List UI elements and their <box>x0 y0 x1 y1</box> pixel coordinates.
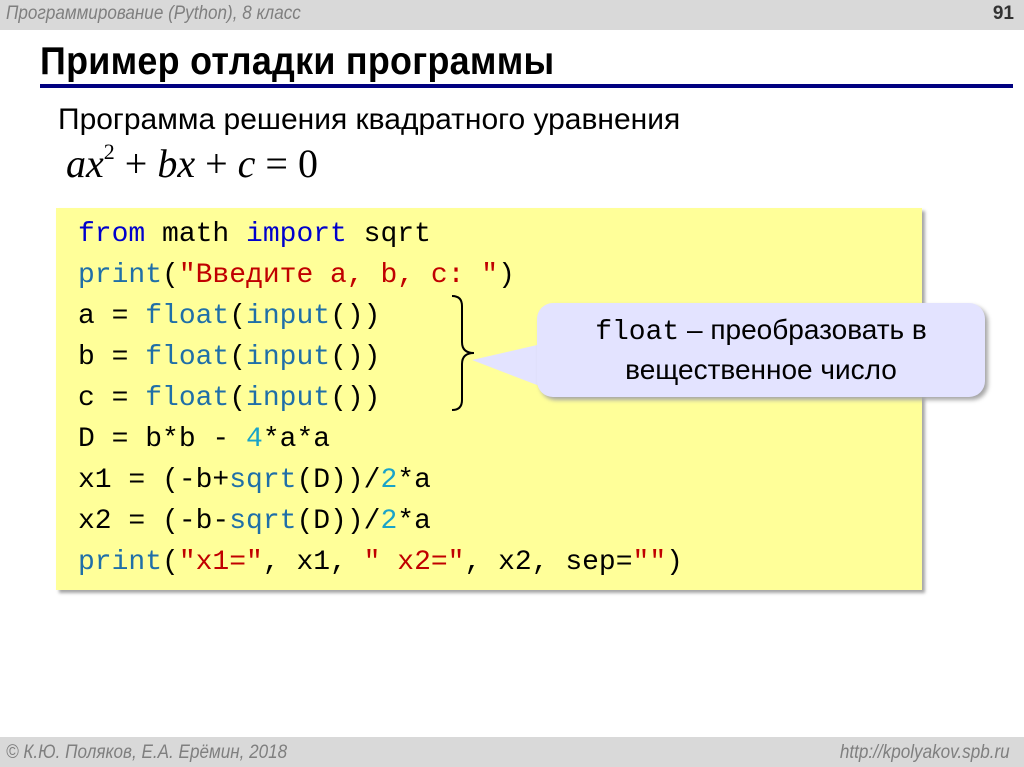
quadratic-formula: ax2 + bx + c = 0 <box>66 138 318 187</box>
formula-exponent: 2 <box>103 138 115 164</box>
code-token-fn: float <box>145 301 230 332</box>
code-token-str: "x1=" <box>178 547 263 578</box>
code-token: ()) <box>330 383 381 414</box>
code-token-str: "Введите a, b, c: " <box>178 260 499 291</box>
code-token: ()) <box>330 342 381 373</box>
code-token: ( <box>229 383 247 414</box>
code-line: D = b*b - 4*a*a <box>78 419 683 460</box>
callout-line2: вещественное число <box>625 354 897 385</box>
copyright: © К.Ю. Поляков, Е.А. Ерёмин, 2018 <box>6 742 288 763</box>
code-token-num: 4 <box>246 424 263 455</box>
formula-x: x <box>86 141 104 186</box>
slide-subtitle: Программа решения квадратного уравнения <box>58 103 681 136</box>
code-token: b = <box>78 342 146 373</box>
code-token: (D))/ <box>296 506 381 537</box>
slide-title: Пример отладки программы <box>40 40 555 83</box>
code-token-fn: input <box>246 342 331 373</box>
formula-equals: = <box>255 141 298 186</box>
code-token: ) <box>666 547 683 578</box>
code-token: a = <box>78 301 146 332</box>
code-token-fn: sqrt <box>229 465 297 496</box>
code-token: ( <box>162 547 179 578</box>
code-token: ()) <box>330 301 381 332</box>
code-token: x2 = (-b- <box>78 506 230 537</box>
code-token-num: 2 <box>380 506 398 537</box>
formula-a: a <box>66 141 86 186</box>
code-token: *a <box>397 506 431 537</box>
code-token: *a*a <box>262 424 331 455</box>
code-token-kw: from <box>78 219 146 250</box>
code-token-str: "" <box>632 547 667 578</box>
callout-code-word: float <box>595 317 680 348</box>
formula-plus: + <box>114 141 158 186</box>
code-token: ( <box>162 260 179 291</box>
code-token: c = <box>78 383 146 414</box>
code-token-kw: import <box>246 219 347 250</box>
code-token: sqrt <box>346 219 431 250</box>
callout-text: float – преобразовать в вещественное чис… <box>537 311 985 388</box>
code-token-fn: float <box>145 383 230 414</box>
footer-bar: © К.Ю. Поляков, Е.А. Ерёмин, 2018 http:/… <box>0 737 1024 767</box>
code-token-fn: input <box>246 301 331 332</box>
page-number: 91 <box>992 3 1014 24</box>
code-token-fn: print <box>78 547 163 578</box>
title-underline <box>40 84 1013 88</box>
formula-c: c <box>237 141 256 186</box>
site-url[interactable]: http://kpolyakov.spb.ru <box>840 742 1010 764</box>
code-line: from math import sqrt <box>78 214 683 255</box>
formula-b: b <box>157 141 178 186</box>
code-lines: from math import sqrt print("Введите a, b… <box>78 214 683 583</box>
callout-bubble: float – преобразовать в вещественное чис… <box>537 303 985 397</box>
code-token: , x2, sep= <box>464 547 633 578</box>
code-token: , x1, <box>262 547 364 578</box>
code-token-fn: float <box>145 342 230 373</box>
code-token-fn: input <box>246 383 331 414</box>
code-token: D = b*b - <box>78 424 247 455</box>
code-token: (D))/ <box>296 465 381 496</box>
code-token: ( <box>229 342 247 373</box>
code-token: *a <box>397 465 431 496</box>
code-line: x1 = (-b+sqrt(D))/2*a <box>78 460 683 501</box>
code-token: x1 = (-b+ <box>78 465 230 496</box>
code-token-str: " x2=" <box>363 547 465 578</box>
code-token: math <box>145 219 247 250</box>
callout-line1: – преобразовать в <box>679 314 927 345</box>
formula-zero: 0 <box>297 141 318 186</box>
formula-plus: + <box>195 141 238 186</box>
code-line: print("x1=", x1, " x2=", x2, sep="") <box>78 542 683 583</box>
code-token: ) <box>498 260 515 291</box>
header-bar: Программирование (Python), 8 класс 91 <box>0 0 1024 30</box>
code-line: x2 = (-b-sqrt(D))/2*a <box>78 501 683 542</box>
code-token-fn: print <box>78 260 163 291</box>
code-token-fn: sqrt <box>229 506 297 537</box>
code-token-num: 2 <box>380 465 398 496</box>
course-name: Программирование (Python), 8 класс <box>6 3 301 24</box>
code-token: ( <box>229 301 247 332</box>
formula-x: x <box>177 141 196 186</box>
code-line: print("Введите a, b, c: ") <box>78 255 683 296</box>
